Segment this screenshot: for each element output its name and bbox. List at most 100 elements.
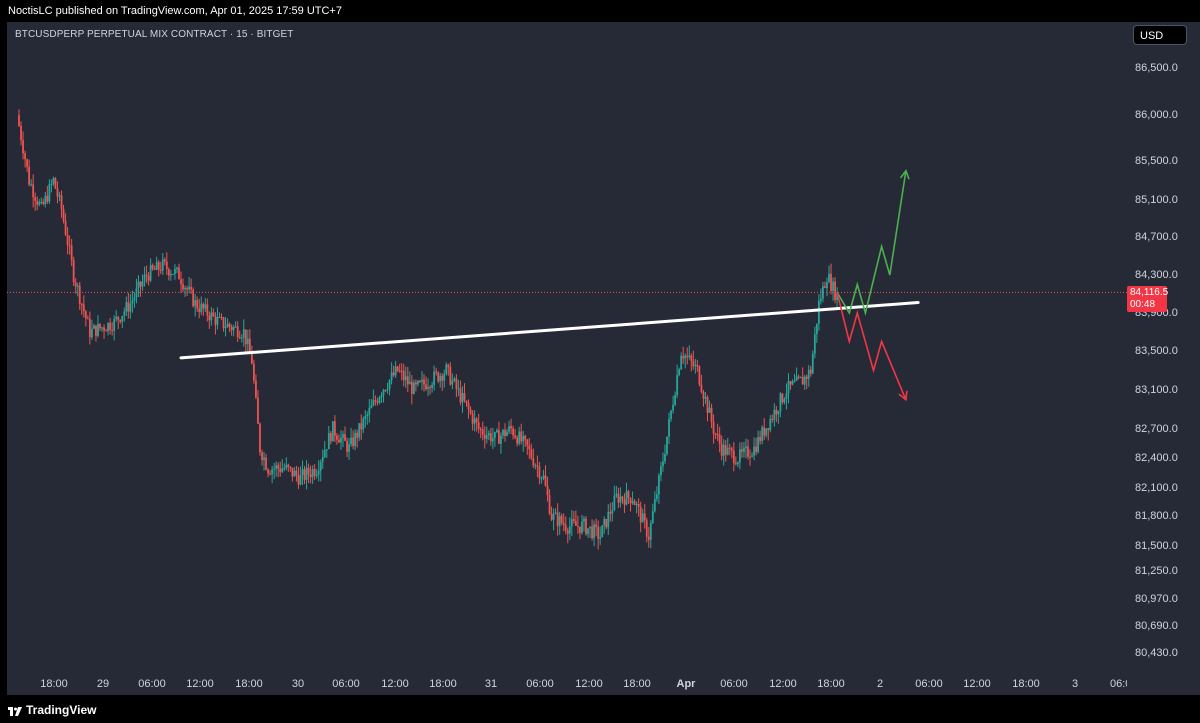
candle-body: [323, 449, 326, 458]
candle-body: [224, 327, 227, 329]
candle-body: [309, 474, 312, 478]
candle-body: [765, 428, 768, 436]
candle-body: [564, 524, 567, 531]
candle-body: [127, 302, 130, 312]
candle-body: [319, 462, 322, 471]
candle-body: [216, 317, 219, 325]
candle-body: [558, 515, 561, 527]
price-axis-label: 80,430.0: [1135, 647, 1178, 659]
time-axis-label: 06:00: [138, 678, 166, 690]
candle-body: [647, 536, 650, 540]
candle-body: [437, 372, 440, 382]
candle-body: [617, 493, 620, 503]
candle-body: [820, 298, 822, 301]
candle-body: [477, 422, 480, 429]
candle-body: [427, 387, 429, 390]
candle-body: [536, 465, 539, 467]
candle-body: [135, 288, 138, 298]
candle-body: [455, 378, 458, 389]
candle-body: [522, 435, 525, 442]
candle-body: [303, 469, 306, 480]
time-axis-label: 12:00: [963, 678, 991, 690]
candle-body: [32, 184, 35, 198]
candle-body: [46, 195, 49, 202]
candle-body: [374, 400, 377, 402]
candle-body: [674, 395, 676, 405]
candle-body: [757, 436, 760, 453]
candle-body: [88, 318, 91, 338]
candle-body: [625, 491, 628, 505]
candle-body: [548, 495, 551, 514]
candle-body: [530, 449, 533, 458]
candle-body: [595, 524, 598, 527]
candle-body: [722, 444, 725, 456]
candle-body: [194, 300, 197, 307]
candle-body: [589, 526, 591, 529]
candle-body: [429, 387, 431, 389]
candle-body: [38, 202, 41, 205]
candle-body: [370, 405, 373, 409]
candle-body: [787, 381, 790, 394]
candle-body: [131, 300, 134, 304]
candle-body: [708, 407, 711, 413]
candle-body: [498, 430, 500, 444]
candle-body: [767, 428, 770, 431]
candle-body: [445, 364, 448, 374]
candle-body: [44, 195, 47, 204]
price-axis-label: 80,970.0: [1135, 593, 1178, 605]
candle-body: [605, 519, 608, 528]
candle-body: [508, 426, 510, 432]
candle-body: [86, 318, 89, 320]
candle-body: [378, 397, 381, 403]
candle-body: [153, 268, 156, 270]
chart-pane[interactable]: BTCUSDPERP PERPETUAL MIX CONTRACT · 15 ·…: [7, 22, 1128, 695]
candle-body: [382, 390, 385, 396]
candle-body: [74, 282, 77, 287]
candle-body: [739, 449, 741, 463]
candle-body: [340, 437, 342, 443]
candle-body: [321, 457, 324, 463]
candle-body: [510, 426, 512, 429]
candle-body: [435, 371, 438, 373]
candle-body: [329, 432, 332, 442]
candle-body: [404, 376, 407, 381]
candle-body: [188, 286, 190, 290]
time-axis-label: 18:00: [623, 678, 651, 690]
candle-body: [253, 363, 255, 381]
candle-body: [386, 389, 389, 391]
candle-body: [690, 355, 693, 361]
candle-body: [554, 512, 557, 514]
candle-body: [392, 372, 395, 376]
candle-body: [574, 521, 577, 526]
candle-body: [368, 408, 371, 415]
candle-body: [619, 496, 622, 503]
candle-body: [463, 393, 466, 401]
candle-body: [348, 444, 350, 452]
candle-body: [234, 326, 237, 328]
candle-body: [759, 436, 762, 442]
candle-body: [449, 366, 452, 385]
candle-body: [577, 525, 579, 527]
candle-body: [830, 273, 832, 292]
candle-body: [176, 267, 178, 269]
candle-body: [579, 526, 581, 533]
candle-body: [716, 434, 719, 436]
time-axis-label: 29: [96, 678, 110, 690]
price-axis-label: 85,500.0: [1135, 155, 1178, 167]
candle-body: [431, 384, 433, 389]
price-axis-label: 81,250.0: [1135, 565, 1178, 577]
currency-button[interactable]: USD: [1133, 25, 1187, 45]
price-axis-label: 84,700.0: [1135, 231, 1178, 243]
candle-body: [113, 318, 116, 331]
candle-body: [317, 470, 320, 475]
candle-body: [415, 382, 417, 385]
candle-body: [587, 528, 589, 535]
candle-body: [658, 475, 660, 495]
candle-body: [653, 499, 656, 512]
candle-body: [202, 303, 205, 309]
candle-body: [741, 449, 743, 452]
publish-header: NoctisLC published on TradingView.com, A…: [0, 0, 1200, 22]
candle-body: [271, 469, 274, 475]
price-chart[interactable]: [7, 22, 1128, 695]
candle-body: [815, 323, 818, 335]
